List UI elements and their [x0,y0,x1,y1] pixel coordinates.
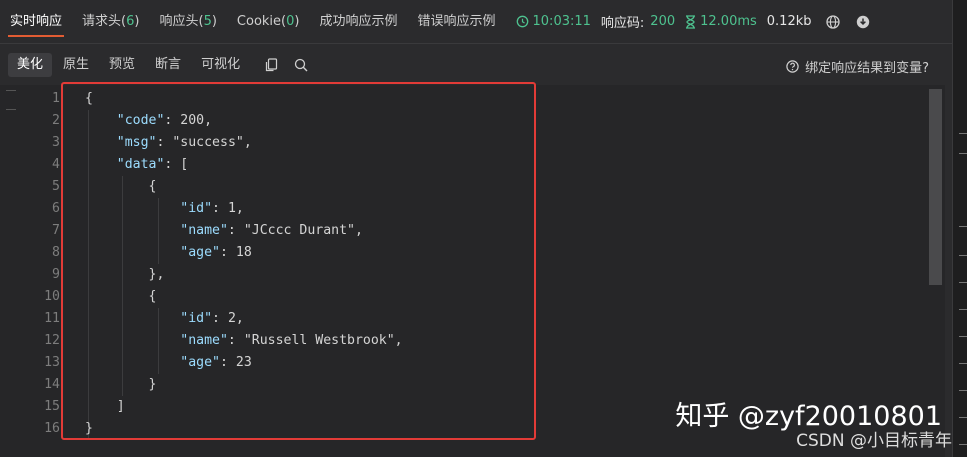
tab-label: 实时响应 [10,14,63,29]
tab-label: 请求头 [82,14,122,29]
line-number: 3 [52,135,60,150]
side-marker [959,133,967,134]
side-marker [959,255,967,256]
tab-label: 错误响应示例 [417,14,496,29]
search-icon[interactable] [293,57,309,73]
tab-count: 6 [126,14,135,29]
side-marker [959,336,967,337]
bind-response-to-variable[interactable]: 绑定响应结果到变量? [786,57,929,76]
download-icon[interactable] [854,13,872,31]
side-marker [959,309,967,310]
line-number: 11 [44,311,60,326]
line-number: 9 [52,267,60,282]
response-code-label: 响应码: [600,16,645,31]
side-panel-strip [952,0,967,457]
tab-realtime-response[interactable]: 实时响应 [0,0,72,43]
tab-cookie[interactable]: Cookie(0) [227,0,310,43]
side-marker [959,282,967,283]
globe-icon[interactable] [824,13,842,31]
line-number: 5 [52,179,60,194]
line-number: 15 [44,399,60,414]
mode-beautify[interactable]: 美化 [8,53,53,77]
side-marker [959,417,967,418]
side-marker [959,153,967,154]
highlight-annotation-box [61,82,536,440]
tab-count: 5 [203,14,212,29]
side-marker [959,363,967,364]
mode-preview[interactable]: 预览 [100,53,144,77]
line-number: 8 [52,245,60,260]
copy-icon[interactable] [263,57,279,73]
tab-request-headers[interactable]: 请求头(6) [72,0,149,43]
line-number: 6 [52,201,60,216]
clock-icon [516,15,529,28]
line-number: 12 [44,333,60,348]
line-number: 13 [44,355,60,370]
line-number: 7 [52,223,60,238]
response-time-value: 10:03:11 [532,14,591,29]
help-circle-icon [786,60,799,73]
response-duration: 12.00ms [685,0,757,43]
line-number: 1 [52,91,60,106]
bind-var-label: 绑定响应结果到变量? [805,61,929,76]
mode-assert[interactable]: 断言 [146,53,190,77]
response-size: 0.12kb [767,0,812,43]
side-marker [959,390,967,391]
response-code: 响应码: 200 [601,0,675,43]
view-mode-toolbar: 美化 原生 预览 断言 可视化 绑定响应结果到变量? [0,50,952,80]
tab-label: 响应头 [159,14,199,29]
line-number: 2 [52,113,60,128]
line-number: 14 [44,377,60,392]
mode-visualize[interactable]: 可视化 [192,53,249,77]
mode-raw[interactable]: 原生 [54,53,98,77]
side-marker [959,226,967,227]
response-duration-value: 12.00ms [700,14,757,29]
tab-count: 0 [286,14,295,29]
response-time: 10:03:11 [516,0,591,43]
tab-label: 成功响应示例 [319,14,398,29]
editor-scrollbar[interactable] [929,89,942,285]
line-number: 10 [44,289,60,304]
side-marker [959,444,967,445]
tab-error-example[interactable]: 错误响应示例 [408,0,506,43]
response-size-value: 0.12kb [766,14,812,29]
hourglass-icon [685,14,696,29]
tab-label: Cookie [236,14,282,29]
tab-success-example[interactable]: 成功响应示例 [309,0,407,43]
watermark-csdn: CSDN @小目标青年 [796,431,952,451]
line-number: 16 [44,421,60,436]
response-tab-bar: 实时响应 请求头(6) 响应头(5) Cookie(0) 成功响应示例 错误响应… [0,0,952,44]
line-number: 4 [52,157,60,172]
tab-response-headers[interactable]: 响应头(5) [149,0,226,43]
response-code-value: 200 [650,14,676,29]
